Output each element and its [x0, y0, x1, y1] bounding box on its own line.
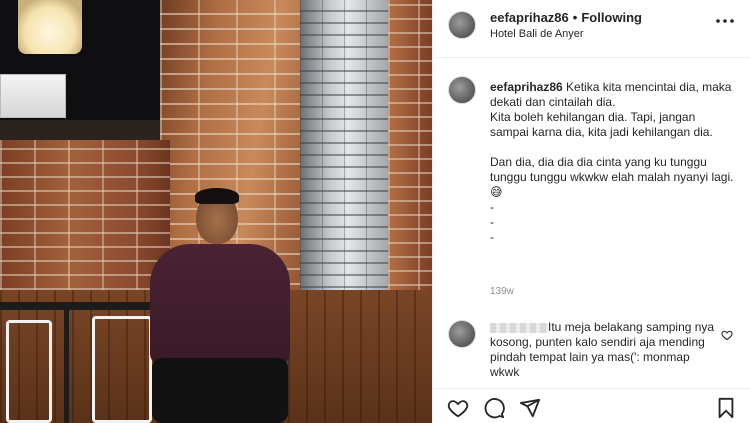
comment-icon[interactable] [483, 397, 505, 419]
post-actions-bar [433, 388, 750, 423]
post-side-panel: eefaprihaz86 • Following Hotel Bali de Any… [432, 0, 750, 423]
caption-text: Ketika kita mencintai dia, maka dekati d… [490, 80, 734, 244]
photo-table-leg [64, 310, 69, 423]
share-icon[interactable] [519, 397, 541, 419]
bookmark-icon[interactable] [715, 397, 737, 419]
comment-text-block: Itu meja belakang samping nya kosong, pu… [490, 320, 720, 380]
avatar[interactable] [448, 320, 476, 348]
photo-table [0, 302, 160, 310]
photo-person-shirt [150, 244, 290, 364]
post-caption: eefaprihaz86 Ketika kita mencintai dia, … [433, 58, 750, 303]
post-photo[interactable] [0, 0, 432, 423]
comment-item: Itu meja belakang samping nya kosong, pu… [433, 312, 750, 388]
caption-text-block: eefaprihaz86 Ketika kita mencintai dia, … [490, 80, 735, 245]
avatar[interactable] [448, 76, 476, 104]
following-button[interactable]: Following [581, 10, 642, 25]
photo-stone-pillar [300, 0, 388, 300]
comment-username-redacted[interactable] [490, 322, 548, 333]
photo-brick-wall-left [0, 140, 170, 290]
comment-like-heart-icon[interactable] [721, 328, 733, 341]
photo-chair [92, 316, 152, 423]
more-options-icon[interactable] [715, 15, 735, 29]
photo-person-hair [195, 188, 239, 204]
photo-person-legs [152, 358, 288, 423]
header-separator: • [572, 10, 578, 25]
post-header: eefaprihaz86 • Following Hotel Bali de Any… [433, 0, 750, 58]
photo-person [150, 188, 290, 423]
photo-ceiling-lamp [18, 0, 82, 54]
photo-brick-wall-right [388, 0, 432, 300]
header-user-line: eefaprihaz86 • Following [490, 10, 642, 25]
header-username[interactable]: eefaprihaz86 [490, 10, 569, 25]
caption-timestamp[interactable]: 139w [490, 286, 514, 297]
heart-icon[interactable] [447, 397, 469, 419]
photo-air-conditioner [0, 74, 66, 118]
caption-username[interactable]: eefaprihaz86 [490, 80, 563, 94]
photo-chair [6, 320, 52, 423]
avatar[interactable] [448, 11, 476, 39]
location-link[interactable]: Hotel Bali de Anyer [490, 28, 584, 40]
